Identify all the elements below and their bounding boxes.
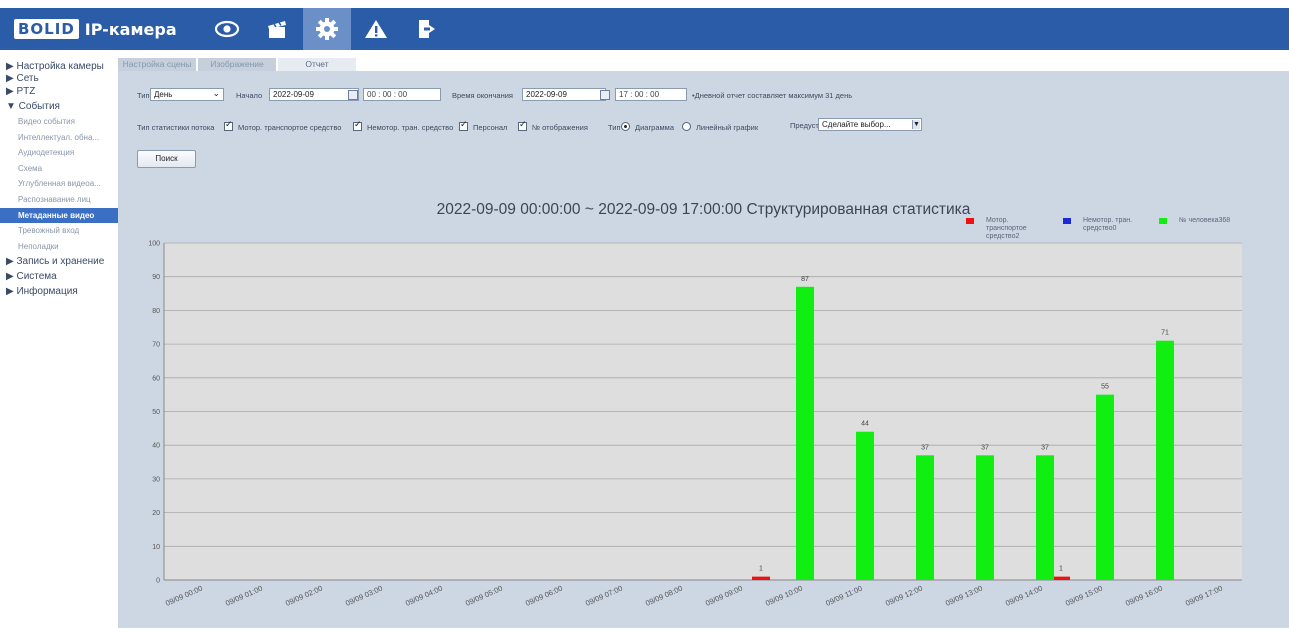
y-tick-label: 60 bbox=[152, 375, 160, 382]
sidebar-item-intelligent-detection[interactable]: Интеллектуал. обна... bbox=[0, 130, 118, 146]
data-label: 1 bbox=[759, 566, 763, 573]
x-tick-label: 09/09 11:00 bbox=[824, 584, 863, 608]
x-tick-label: 09/09 05:00 bbox=[464, 584, 504, 608]
y-tick-label: 50 bbox=[152, 409, 160, 416]
x-tick-label: 09/09 14:00 bbox=[1004, 584, 1044, 608]
sidebar-item-events[interactable]: ▼ События bbox=[0, 99, 118, 114]
data-label: 71 bbox=[1161, 330, 1169, 337]
x-tick-label: 09/09 04:00 bbox=[404, 584, 444, 608]
sidebar-item-video-metadata[interactable]: Метаданные видео bbox=[0, 207, 118, 224]
tab-image[interactable]: Изображение bbox=[198, 58, 276, 71]
bar-2-10 bbox=[796, 286, 814, 580]
data-label: 44 bbox=[861, 421, 869, 428]
y-tick-label: 30 bbox=[152, 476, 160, 483]
sidebar-item-scheme[interactable]: Схема bbox=[0, 161, 118, 177]
logo-box: BOLID bbox=[14, 19, 79, 39]
app-title: IP-камера bbox=[84, 19, 177, 39]
sidebar-item-audio-detection[interactable]: Аудиодетекция bbox=[0, 145, 118, 161]
sidebar-item-information[interactable]: ▶ Информация bbox=[0, 284, 118, 299]
y-tick-label: 100 bbox=[148, 241, 160, 248]
bar-0-10 bbox=[752, 576, 770, 580]
x-tick-label: 09/09 09:00 bbox=[704, 584, 744, 608]
clapperboard-icon[interactable] bbox=[253, 8, 301, 50]
report-panel: Тип День ⌄ Начало 2022-09-09 00 : 00 : 0… bbox=[118, 71, 1289, 628]
sidebar-item-network[interactable]: ▶ Сеть bbox=[0, 73, 118, 85]
x-tick-label: 09/09 06:00 bbox=[524, 584, 564, 608]
bar-2-14 bbox=[1036, 455, 1054, 580]
y-tick-label: 20 bbox=[152, 510, 160, 517]
sidebar-item-video-events[interactable]: Видео события bbox=[0, 114, 118, 130]
bar-2-11 bbox=[856, 431, 874, 580]
sidebar-item-malfunctions[interactable]: Неполадки bbox=[0, 239, 118, 255]
sidebar-item-deep-video-analytics[interactable]: Углубленная видеоа... bbox=[0, 176, 118, 192]
x-tick-label: 09/09 01:00 bbox=[224, 584, 264, 608]
x-tick-label: 09/09 00:00 bbox=[164, 584, 204, 608]
data-label: 55 bbox=[1101, 384, 1109, 391]
eye-icon[interactable] bbox=[203, 8, 251, 50]
x-tick-label: 09/09 16:00 bbox=[1124, 584, 1164, 608]
x-tick-label: 09/09 12:00 bbox=[884, 584, 924, 608]
sidebar-item-record-storage[interactable]: ▶ Запись и хранение bbox=[0, 254, 118, 269]
x-tick-label: 09/09 02:00 bbox=[284, 584, 324, 608]
x-tick-label: 09/09 17:00 bbox=[1184, 584, 1224, 608]
sidebar-item-alarm-input[interactable]: Тревожный вход bbox=[0, 223, 118, 239]
warning-icon[interactable] bbox=[352, 8, 400, 50]
tab-report[interactable]: Отчет bbox=[278, 58, 356, 71]
gear-icon[interactable] bbox=[303, 8, 351, 50]
data-label: 37 bbox=[981, 444, 989, 451]
data-label: 87 bbox=[801, 276, 809, 283]
bar-2-13 bbox=[976, 455, 994, 580]
x-tick-label: 09/09 15:00 bbox=[1064, 584, 1104, 608]
bar-chart: 0 10 20 30 40 50 60 70 80 90 100 09/09 00:00 09/09 0… bbox=[148, 241, 1242, 608]
bar-2-15 bbox=[1096, 394, 1114, 580]
y-tick-label: 40 bbox=[152, 443, 160, 450]
x-tick-label: 09/09 08:00 bbox=[644, 584, 684, 608]
bar-2-12 bbox=[916, 455, 934, 580]
x-tick-label: 09/09 13:00 bbox=[944, 584, 984, 608]
bar-0-15 bbox=[1052, 576, 1070, 580]
x-tick-label: 09/09 03:00 bbox=[344, 584, 384, 608]
y-tick-label: 0 bbox=[156, 578, 160, 585]
y-tick-label: 10 bbox=[152, 544, 160, 551]
sidebar-item-system[interactable]: ▶ Система bbox=[0, 269, 118, 284]
tab-scene-settings[interactable]: Настройка сцены bbox=[118, 58, 196, 71]
data-label: 37 bbox=[921, 444, 929, 451]
sidebar-item-face-recognition[interactable]: Распознавание лиц bbox=[0, 192, 118, 208]
sidebar: ▶ Настройка камеры ▶ Сеть ▶ PTZ ▼ Событи… bbox=[0, 58, 118, 633]
exit-icon[interactable] bbox=[402, 8, 450, 50]
x-tick-label: 09/09 10:00 bbox=[764, 584, 804, 608]
logo: BOLID IP-камера bbox=[14, 19, 177, 39]
data-label: 37 bbox=[1041, 444, 1049, 451]
bar-2-16 bbox=[1156, 340, 1174, 580]
data-label: 1 bbox=[1059, 566, 1063, 573]
sidebar-item-ptz[interactable]: ▶ PTZ bbox=[0, 86, 118, 98]
sidebar-item-camera-settings[interactable]: ▶ Настройка камеры bbox=[0, 61, 118, 73]
header-bar: BOLID IP-камера bbox=[0, 8, 1289, 50]
x-tick-label: 09/09 07:00 bbox=[584, 584, 624, 608]
tab-bar: Настройка сцены Изображение Отчет bbox=[118, 58, 1289, 71]
y-tick-label: 90 bbox=[152, 274, 160, 281]
y-tick-label: 70 bbox=[152, 342, 160, 349]
y-tick-label: 80 bbox=[152, 308, 160, 315]
